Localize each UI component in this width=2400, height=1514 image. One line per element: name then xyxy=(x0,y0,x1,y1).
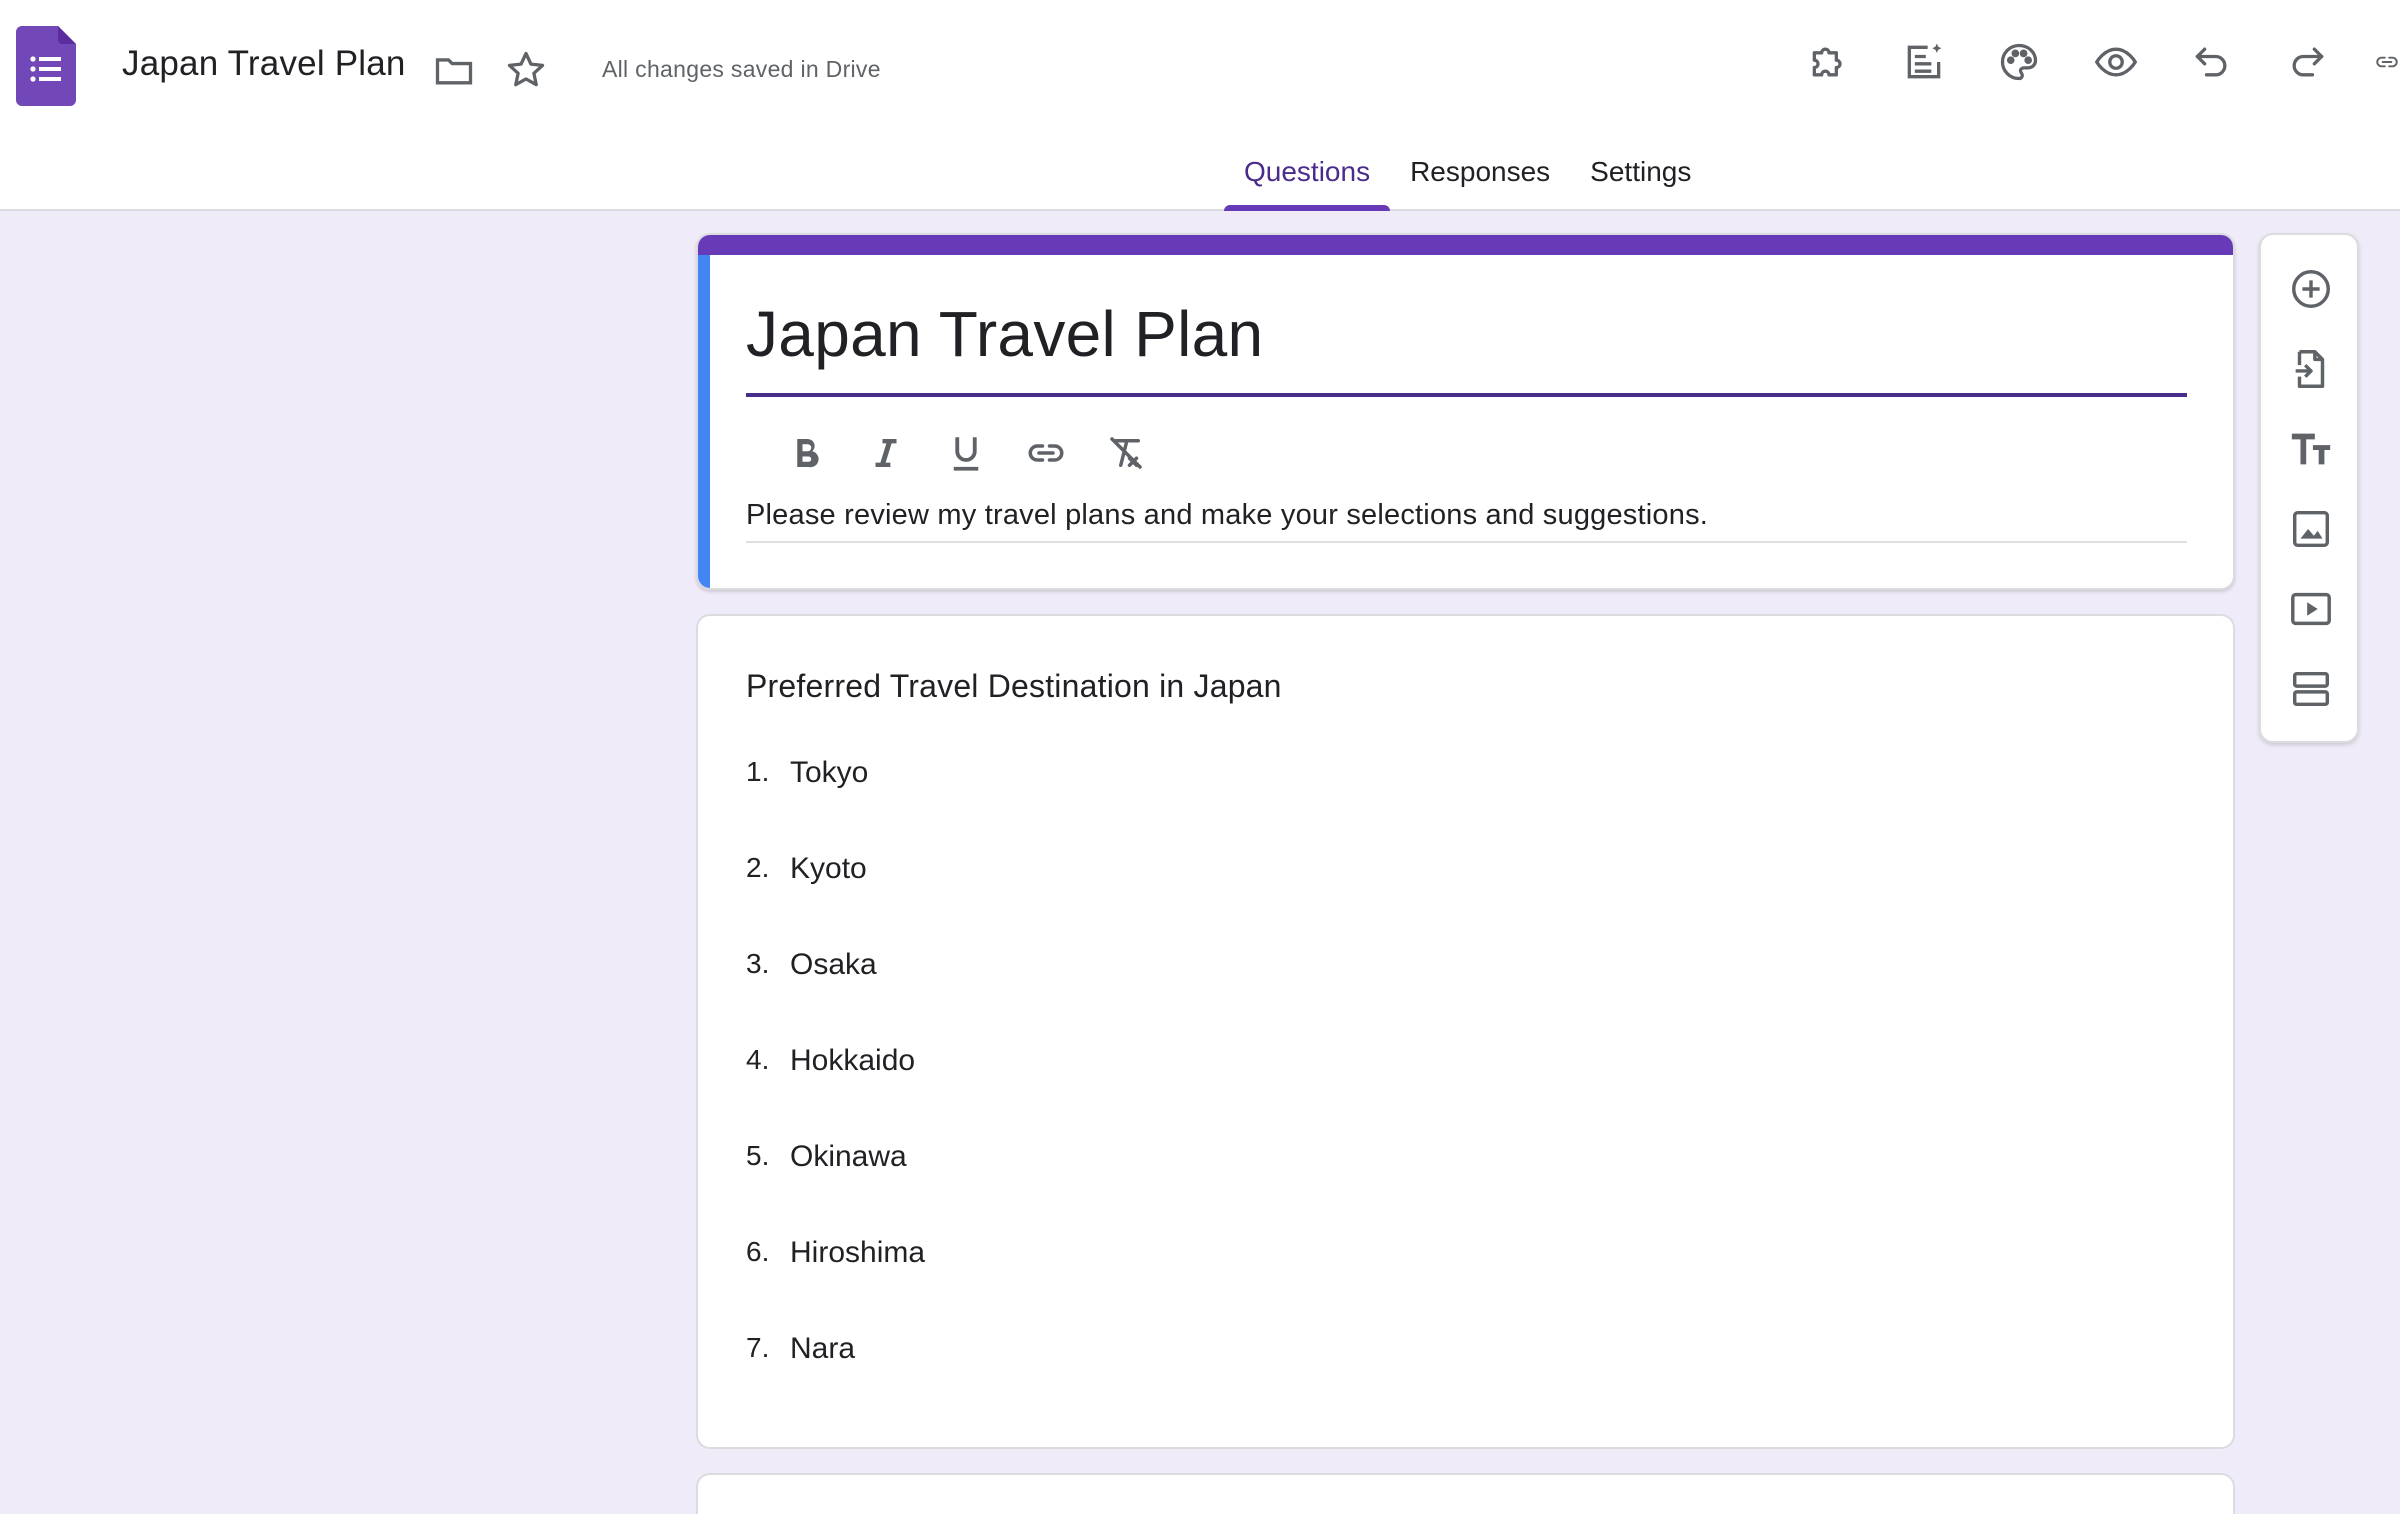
list-item[interactable]: 7. Nara xyxy=(746,1332,925,1428)
form-title-input[interactable]: Japan Travel Plan xyxy=(746,297,1263,371)
title-underline xyxy=(746,393,2187,397)
option-label: Hokkaido xyxy=(790,1044,916,1077)
document-title[interactable]: Japan Travel Plan xyxy=(122,44,406,84)
option-number: 7. xyxy=(746,1332,770,1363)
question-title[interactable]: Preferred Travel Destination in Japan xyxy=(746,668,1282,705)
option-label: Tokyo xyxy=(790,756,869,789)
title-card-accent-bar xyxy=(698,235,2233,255)
form-description-input[interactable]: Please review my travel plans and make y… xyxy=(746,499,1708,532)
next-question-card[interactable] xyxy=(696,1473,2235,1514)
option-label: Hiroshima xyxy=(790,1236,926,1269)
option-number: 2. xyxy=(746,852,770,883)
insert-link-icon[interactable] xyxy=(1006,413,1086,493)
tab-settings[interactable]: Settings xyxy=(1570,140,1711,211)
ai-forms-icon[interactable] xyxy=(1898,36,1950,88)
list-item[interactable]: 1. Tokyo xyxy=(746,756,925,852)
link-icon[interactable] xyxy=(2374,36,2400,88)
clear-format-icon[interactable] xyxy=(1086,413,1166,493)
description-underline xyxy=(746,541,2187,543)
list-item[interactable]: 3. Osaka xyxy=(746,948,925,1044)
add-section-icon[interactable] xyxy=(2279,657,2343,721)
question-card[interactable]: Preferred Travel Destination in Japan 1.… xyxy=(696,614,2235,1449)
folder-icon[interactable] xyxy=(428,44,480,96)
option-number: 5. xyxy=(746,1140,770,1171)
option-label: Kyoto xyxy=(790,852,867,885)
undo-icon[interactable] xyxy=(2186,36,2238,88)
option-number: 3. xyxy=(746,948,770,979)
side-toolbar xyxy=(2259,233,2359,743)
tab-questions[interactable]: Questions xyxy=(1224,140,1391,211)
forms-logo-icon[interactable] xyxy=(16,26,76,106)
add-title-icon[interactable] xyxy=(2279,417,2343,481)
addon-puzzle-icon[interactable] xyxy=(1803,36,1855,88)
option-number: 4. xyxy=(746,1044,770,1075)
redo-icon[interactable] xyxy=(2281,36,2333,88)
import-questions-icon[interactable] xyxy=(2279,337,2343,401)
underline-icon[interactable] xyxy=(926,413,1006,493)
add-video-icon[interactable] xyxy=(2279,577,2343,641)
preview-eye-icon[interactable] xyxy=(2090,36,2142,88)
italic-icon[interactable] xyxy=(846,413,926,493)
title-card-focus-bar xyxy=(698,255,710,588)
option-list: 1. Tokyo 2. Kyoto 3. Osaka 4. Hokkaido 5. Oki… xyxy=(746,756,925,1428)
palette-icon[interactable] xyxy=(1993,36,2045,88)
option-number: 6. xyxy=(746,1236,770,1267)
option-label: Osaka xyxy=(790,948,877,981)
bold-icon[interactable] xyxy=(766,413,846,493)
list-item[interactable]: 6. Hiroshima xyxy=(746,1236,925,1332)
tab-responses[interactable]: Responses xyxy=(1390,140,1570,211)
save-status: All changes saved in Drive xyxy=(602,56,881,82)
app-header: Japan Travel Plan All changes saved in D… xyxy=(0,0,2400,211)
option-number: 1. xyxy=(746,756,770,787)
format-toolbar xyxy=(766,413,1166,493)
add-image-icon[interactable] xyxy=(2279,497,2343,561)
option-label: Nara xyxy=(790,1332,856,1365)
option-label: Okinawa xyxy=(790,1140,907,1173)
star-icon[interactable] xyxy=(500,44,552,96)
tab-bar: Questions Responses Settings xyxy=(1224,140,1711,211)
list-item[interactable]: 4. Hokkaido xyxy=(746,1044,925,1140)
add-question-icon[interactable] xyxy=(2279,257,2343,321)
form-title-card[interactable]: Japan Travel Plan Please review my trave… xyxy=(696,233,2235,590)
list-item[interactable]: 2. Kyoto xyxy=(746,852,925,948)
list-item[interactable]: 5. Okinawa xyxy=(746,1140,925,1236)
